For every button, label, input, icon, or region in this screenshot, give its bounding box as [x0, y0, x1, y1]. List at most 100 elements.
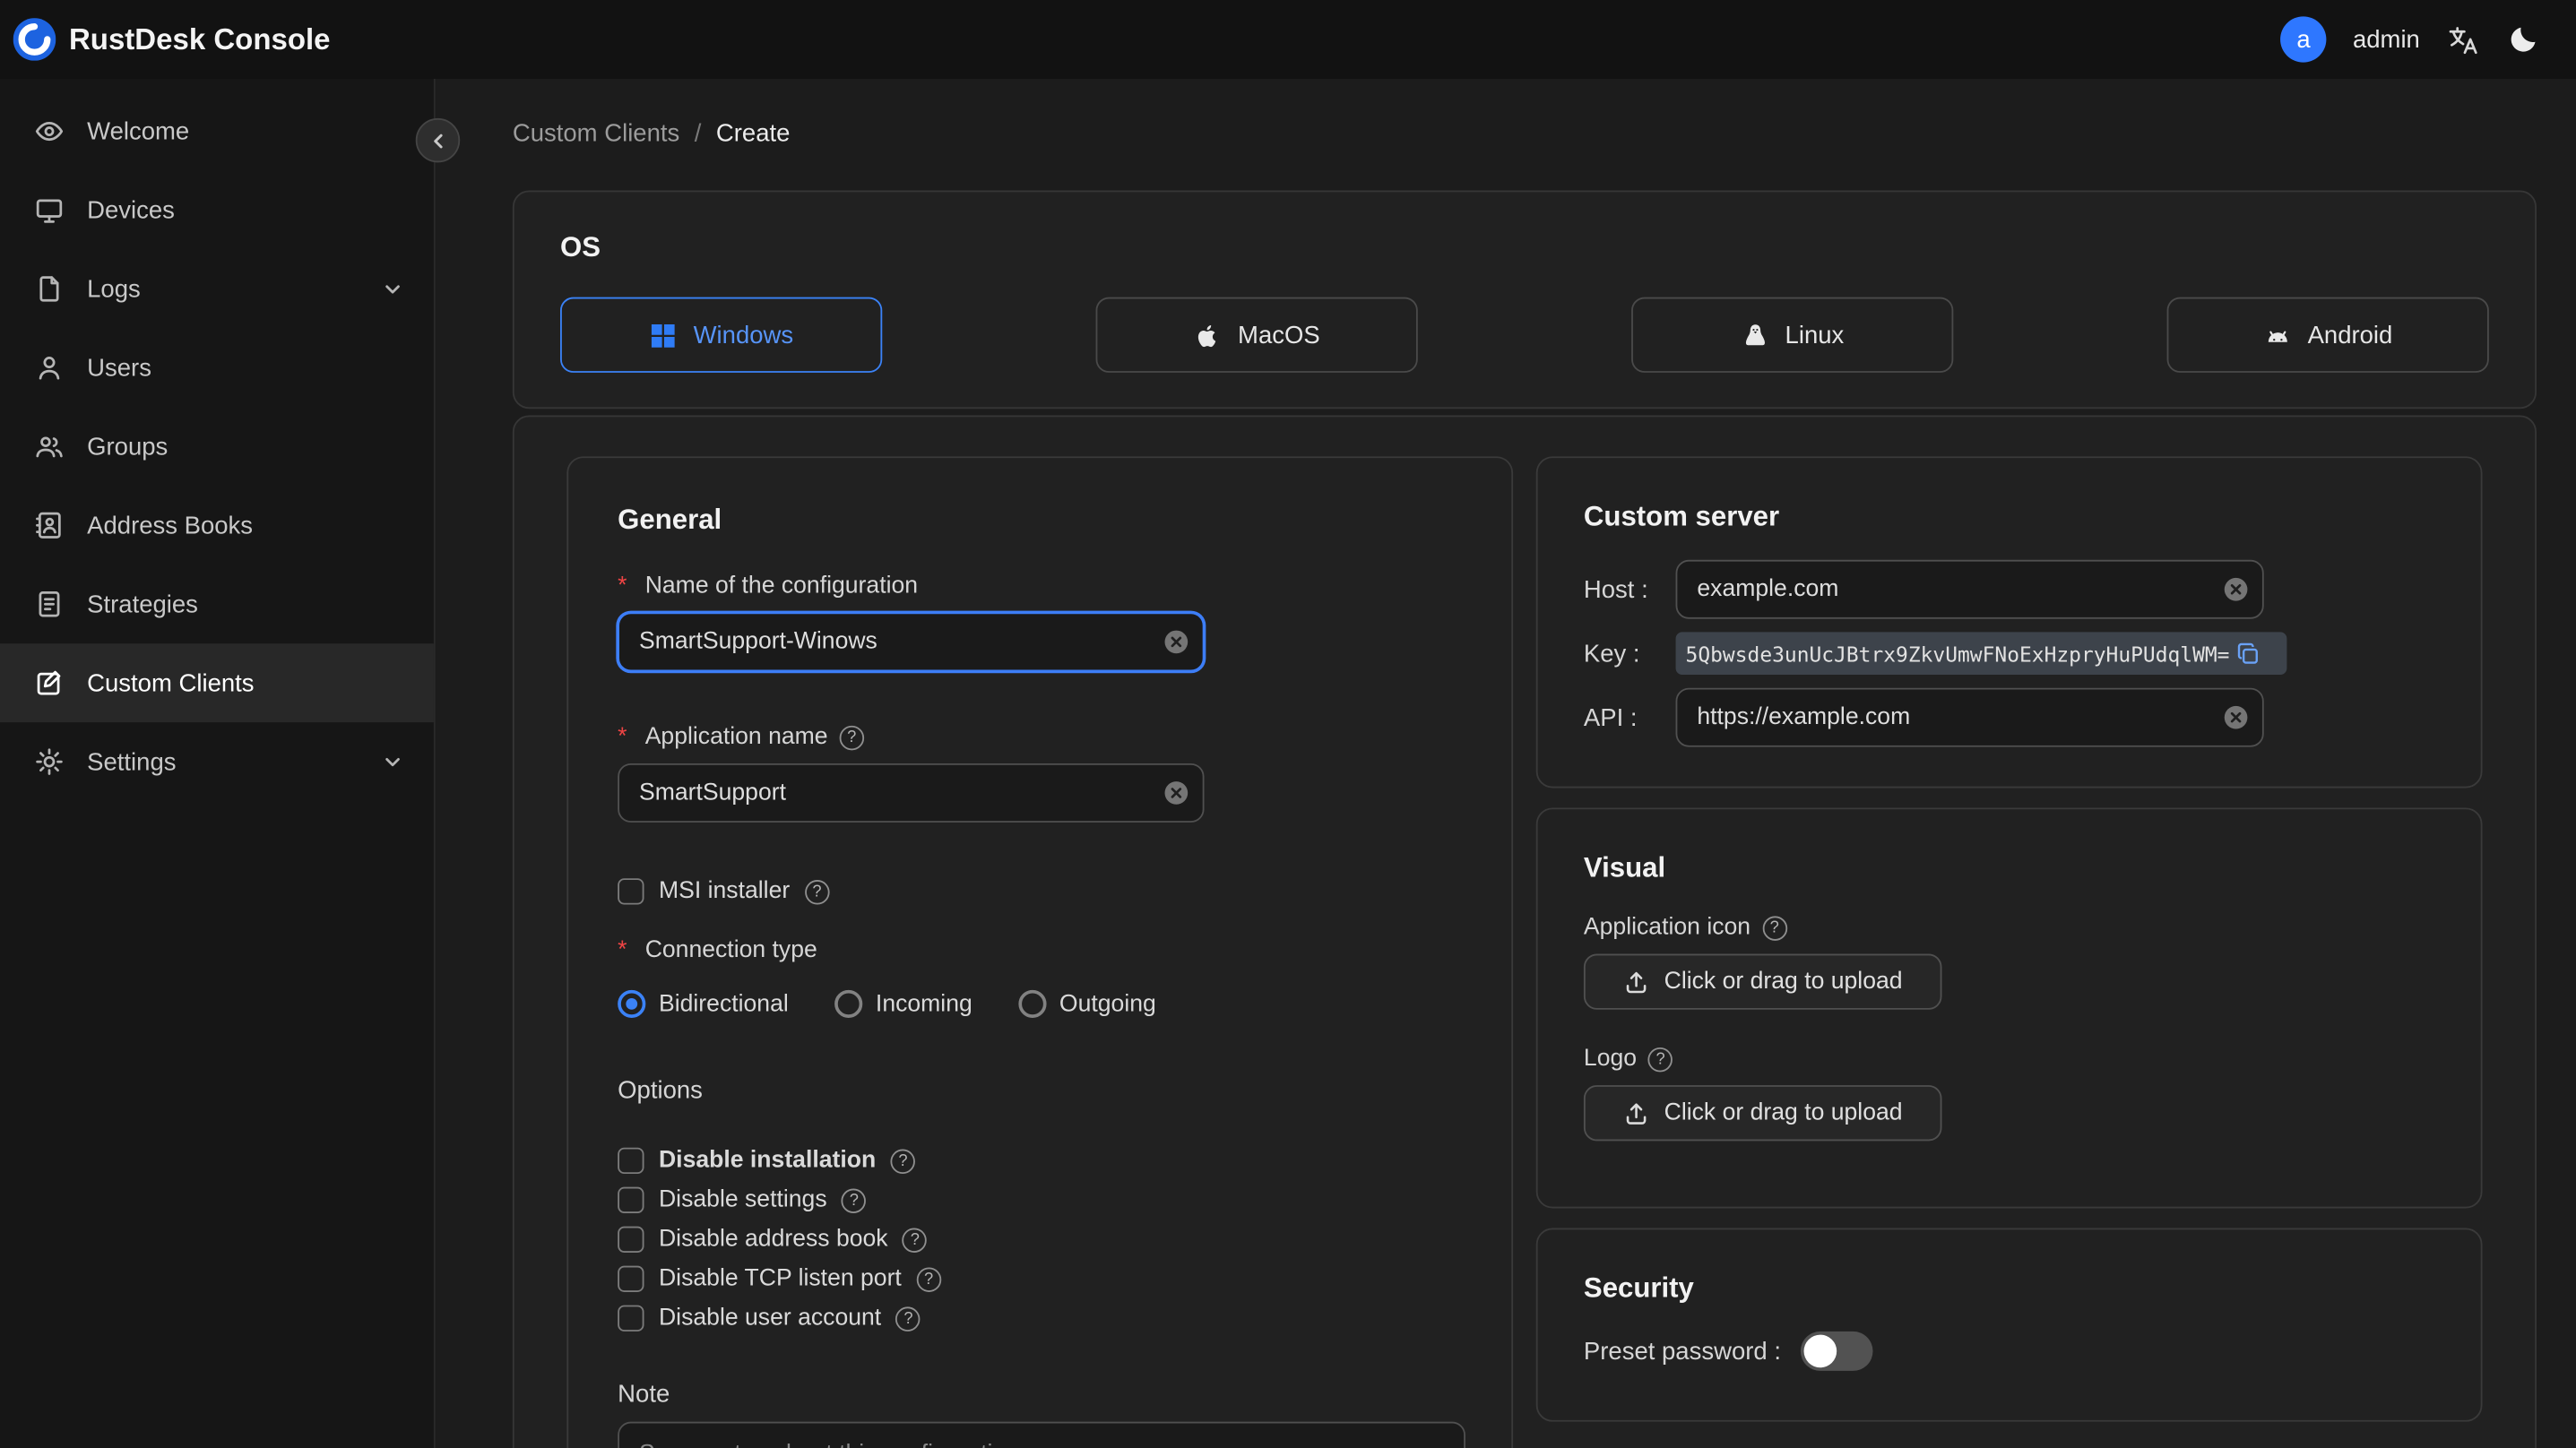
- connection-type-label: Connection type: [618, 937, 1462, 963]
- name-input[interactable]: [618, 612, 1205, 672]
- host-input[interactable]: [1675, 559, 2264, 619]
- name-input-wrap: [618, 612, 1205, 672]
- rustdesk-logo-icon: [13, 18, 56, 61]
- os-option-linux[interactable]: Linux: [1631, 297, 1954, 373]
- linux-tux-icon: [1745, 323, 1765, 345]
- preset-password-label: Preset password :: [1583, 1337, 1781, 1366]
- radio-icon[interactable]: [618, 989, 646, 1018]
- os-option-label: Android: [2307, 321, 2393, 349]
- application-icon-label-text: Application icon: [1583, 914, 1751, 941]
- breadcrumb: Custom Clients / Create: [513, 120, 2537, 148]
- api-label: API :: [1583, 703, 1638, 732]
- key-label: Key :: [1583, 639, 1640, 668]
- rustdesk-console: RustDesk Console a admin Welcome Devices…: [0, 0, 2576, 1448]
- app-title: RustDesk Console: [68, 22, 331, 56]
- radio-outgoing[interactable]: Outgoing: [1018, 989, 1156, 1018]
- sidebar-item-address-books[interactable]: Address Books: [0, 486, 434, 565]
- checkbox[interactable]: [618, 1305, 644, 1332]
- logo-upload-button[interactable]: Click or drag to upload: [1583, 1085, 1942, 1142]
- clear-icon[interactable]: [2223, 576, 2249, 602]
- sidebar-item-strategies[interactable]: Strategies: [0, 565, 434, 643]
- note-input-wrap: [618, 1421, 1465, 1448]
- dark-mode-moon-icon[interactable]: [2507, 23, 2540, 56]
- clear-icon[interactable]: [1163, 629, 1189, 655]
- help-icon[interactable]: [890, 1148, 916, 1174]
- android-icon: [2268, 330, 2287, 341]
- msi-installer-label: MSI installer: [658, 878, 791, 905]
- preset-password-toggle[interactable]: [1800, 1331, 1873, 1371]
- connection-type-options: Bidirectional Incoming Outgoing: [618, 989, 1462, 1018]
- translate-icon[interactable]: [2446, 22, 2480, 56]
- right-column: Custom server Host : Key :: [1535, 456, 2483, 1422]
- clear-icon[interactable]: [2223, 704, 2249, 730]
- os-option-windows[interactable]: Windows: [560, 297, 883, 373]
- strategy-document-icon: [39, 591, 60, 617]
- checkbox[interactable]: [618, 1186, 644, 1213]
- sidebar-item-logs[interactable]: Logs: [0, 249, 434, 328]
- sidebar-item-settings[interactable]: Settings: [0, 722, 434, 801]
- api-input[interactable]: [1675, 687, 2264, 747]
- os-option-label: MacOS: [1238, 321, 1320, 349]
- radio-label: Incoming: [875, 990, 972, 1018]
- help-icon[interactable]: [1761, 915, 1787, 940]
- general-title: General: [618, 504, 722, 536]
- application-icon-upload-button[interactable]: Click or drag to upload: [1583, 953, 1942, 1010]
- app-name-input-wrap: [618, 763, 1205, 823]
- sidebar-item-label: Logs: [87, 274, 141, 304]
- eye-icon: [35, 122, 64, 142]
- radio-icon[interactable]: [1018, 989, 1047, 1018]
- help-icon[interactable]: [804, 879, 830, 904]
- msi-installer-row: MSI installer: [618, 872, 1462, 911]
- help-icon[interactable]: [1647, 1047, 1673, 1072]
- option-label: Disable TCP listen port: [658, 1265, 902, 1292]
- help-icon[interactable]: [903, 1227, 928, 1253]
- app-name-label-text: Application name: [644, 724, 828, 751]
- radio-icon[interactable]: [834, 989, 863, 1018]
- general-card: General Name of the configuration Applic…: [566, 456, 1514, 1448]
- preset-password-row: Preset password :: [1583, 1331, 2434, 1371]
- msi-installer-checkbox[interactable]: [618, 878, 644, 905]
- checkbox[interactable]: [618, 1265, 644, 1292]
- clear-icon[interactable]: [1163, 780, 1189, 806]
- help-icon[interactable]: [895, 1306, 921, 1331]
- topbar: RustDesk Console a admin: [0, 0, 2576, 79]
- sidebar-item-groups[interactable]: Groups: [0, 407, 434, 486]
- option-label: Disable user account: [658, 1305, 882, 1332]
- os-option-macos[interactable]: MacOS: [1095, 297, 1418, 373]
- help-icon[interactable]: [916, 1266, 941, 1292]
- sidebar-item-devices[interactable]: Devices: [0, 171, 434, 250]
- copy-icon[interactable]: [2236, 641, 2260, 665]
- radio-bidirectional[interactable]: Bidirectional: [618, 989, 789, 1018]
- os-option-label: Linux: [1785, 321, 1845, 349]
- app-name-label: Application name: [618, 724, 1462, 750]
- sidebar-item-label: Welcome: [87, 117, 190, 146]
- note-input[interactable]: [618, 1421, 1465, 1448]
- host-label: Host :: [1583, 575, 1648, 604]
- option-label: Disable settings: [658, 1186, 827, 1213]
- user-icon: [39, 357, 60, 380]
- os-option-label: Windows: [693, 321, 794, 349]
- checkbox[interactable]: [618, 1226, 644, 1253]
- key-row: Key : 5Qbwsde3unUcJBtrx9ZkvUmwFNoExHzpry…: [1583, 632, 2434, 676]
- main-content: Custom Clients / Create OS Windows MacOS…: [437, 78, 2576, 1448]
- visual-title: Visual: [1583, 851, 1666, 883]
- os-card: OS Windows MacOS Linux Android: [512, 190, 2537, 409]
- help-icon[interactable]: [839, 724, 864, 750]
- users-group-icon: [36, 436, 63, 458]
- sidebar-item-custom-clients[interactable]: Custom Clients: [0, 643, 434, 723]
- api-row: API :: [1583, 687, 2434, 747]
- name-label-text: Name of the configuration: [644, 573, 919, 599]
- sidebar-collapse-button[interactable]: [415, 117, 461, 163]
- create-form-card: General Name of the configuration Applic…: [512, 415, 2537, 1448]
- username[interactable]: admin: [2353, 25, 2420, 53]
- sidebar-item-users[interactable]: Users: [0, 328, 434, 407]
- os-option-android[interactable]: Android: [2166, 297, 2489, 373]
- app-name-input[interactable]: [618, 763, 1205, 823]
- radio-incoming[interactable]: Incoming: [834, 989, 972, 1018]
- help-icon[interactable]: [842, 1187, 867, 1213]
- checkbox[interactable]: [618, 1147, 644, 1175]
- upload-label: Click or drag to upload: [1664, 968, 1903, 996]
- breadcrumb-custom-clients[interactable]: Custom Clients: [513, 120, 679, 148]
- sidebar-item-welcome[interactable]: Welcome: [0, 92, 434, 171]
- avatar[interactable]: a: [2280, 16, 2327, 63]
